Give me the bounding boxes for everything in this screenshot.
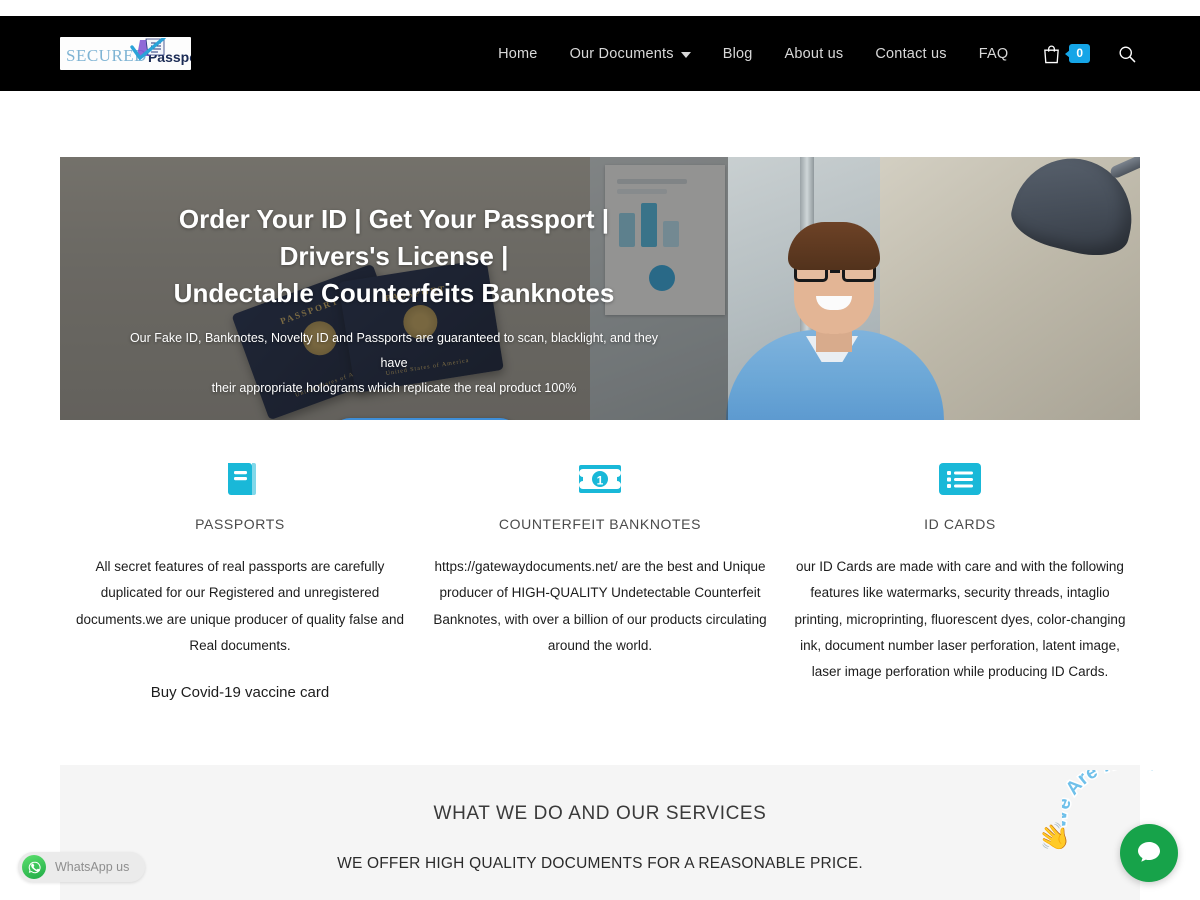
hero-subtitle-line-2: their appropriate holograms which replic… [211, 380, 577, 395]
page-root: SECURED Passports Home Our Documents [0, 0, 1200, 900]
nav-item-label: Blog [722, 45, 753, 62]
whatsapp-label: WhatsApp us [55, 860, 130, 874]
get-yours-now-button[interactable]: GET YOURS NOW [330, 417, 520, 420]
shopping-bag-icon [1044, 45, 1060, 63]
feature-title: COUNTERFEIT BANKNOTES [498, 516, 702, 532]
feature-icon-wrap: 1 [432, 452, 768, 506]
logo-checkmark-book-icon [130, 38, 166, 61]
waving-hand-icon: 👋 [1034, 818, 1074, 856]
feature-icon-wrap [792, 452, 1128, 506]
chat-bubble-icon [1138, 842, 1160, 862]
feature-title: ID CARDS [924, 516, 996, 532]
nav-item-blog[interactable]: Blog [707, 46, 769, 62]
hero-banner: PASSPORT United States of America PASSPO… [60, 157, 1140, 420]
site-logo[interactable]: SECURED Passports [60, 37, 191, 70]
nav-item-contact-us[interactable]: Contact us [859, 46, 962, 62]
search-button[interactable] [1096, 45, 1140, 63]
site-header: SECURED Passports Home Our Documents [0, 16, 1200, 91]
svg-text:We Are Here!: We Are Here! [1062, 770, 1159, 829]
nav-item-our-documents[interactable]: Our Documents [554, 46, 707, 62]
banknote-icon: 1 [579, 465, 621, 493]
nav-item-label: Our Documents [569, 45, 674, 62]
passport-book-icon [228, 463, 256, 495]
main-navigation: Home Our Documents Blog About us Contact… [482, 44, 1140, 64]
feature-text: All secret features of real passports ar… [76, 559, 404, 653]
nav-item-label: About us [784, 45, 844, 62]
chevron-down-icon [680, 51, 691, 58]
features-section: PASSPORTS All secret features of real pa… [60, 452, 1140, 705]
arc-text: We Are Here! [1062, 770, 1160, 831]
hero-subtitle: Our Fake ID, Banknotes, Novelty ID and P… [124, 326, 664, 401]
nav-item-label: Home [498, 45, 538, 62]
feature-text: our ID Cards are made with care and with… [794, 559, 1126, 680]
hero-subtitle-line-1: Our Fake ID, Banknotes, Novelty ID and P… [129, 330, 659, 370]
hero-title: Order Your ID | Get Your Passport | Driv… [174, 201, 615, 312]
hero-content: Order Your ID | Get Your Passport | Driv… [60, 157, 728, 420]
feature-id-cards: ID CARDS our ID Cards are made with care… [780, 452, 1140, 705]
feature-extra-link[interactable]: Buy Covid-19 vaccine card [72, 681, 408, 705]
hero-title-line-2: Drivers's License | [279, 240, 509, 271]
feature-passports: PASSPORTS All secret features of real pa… [60, 452, 420, 705]
cart-count-badge: 0 [1069, 44, 1090, 63]
whatsapp-icon [22, 855, 46, 879]
cart-button[interactable]: 0 [1024, 44, 1096, 64]
nav-item-home[interactable]: Home [482, 46, 553, 62]
services-title: WHAT WE DO AND OUR SERVICES [433, 803, 767, 825]
nav-item-faq[interactable]: FAQ [963, 46, 1025, 62]
search-icon [1119, 45, 1136, 62]
id-card-icon [939, 463, 981, 495]
chat-widget: We Are Here! 👋 [1022, 770, 1192, 890]
services-subtitle: WE OFFER HIGH QUALITY DOCUMENTS FOR A RE… [337, 855, 863, 873]
svg-text:1: 1 [597, 474, 604, 488]
feature-icon-wrap [72, 452, 408, 506]
feature-title: PASSPORTS [195, 516, 285, 532]
nav-item-label: Contact us [875, 45, 947, 62]
we-are-here-arc-text: We Are Here! [1062, 770, 1160, 831]
nav-item-about-us[interactable]: About us [769, 46, 860, 62]
feature-counterfeit-banknotes: 1 COUNTERFEIT BANKNOTES https://gatewayd… [420, 452, 780, 705]
feature-text: https://gatewaydocuments.net/ are the be… [433, 559, 767, 653]
top-strip [0, 0, 1200, 16]
photo-person [720, 180, 950, 420]
whatsapp-widget[interactable]: WhatsApp us [18, 852, 146, 882]
nav-item-label: FAQ [978, 45, 1009, 62]
hero-title-line-1: Order Your ID | Get Your Passport | [178, 204, 610, 234]
chat-bubble-button[interactable] [1120, 824, 1178, 882]
hero-title-line-3: Undectable Counterfeits Banknotes [173, 277, 615, 308]
services-section: WHAT WE DO AND OUR SERVICES WE OFFER HIG… [60, 765, 1140, 900]
